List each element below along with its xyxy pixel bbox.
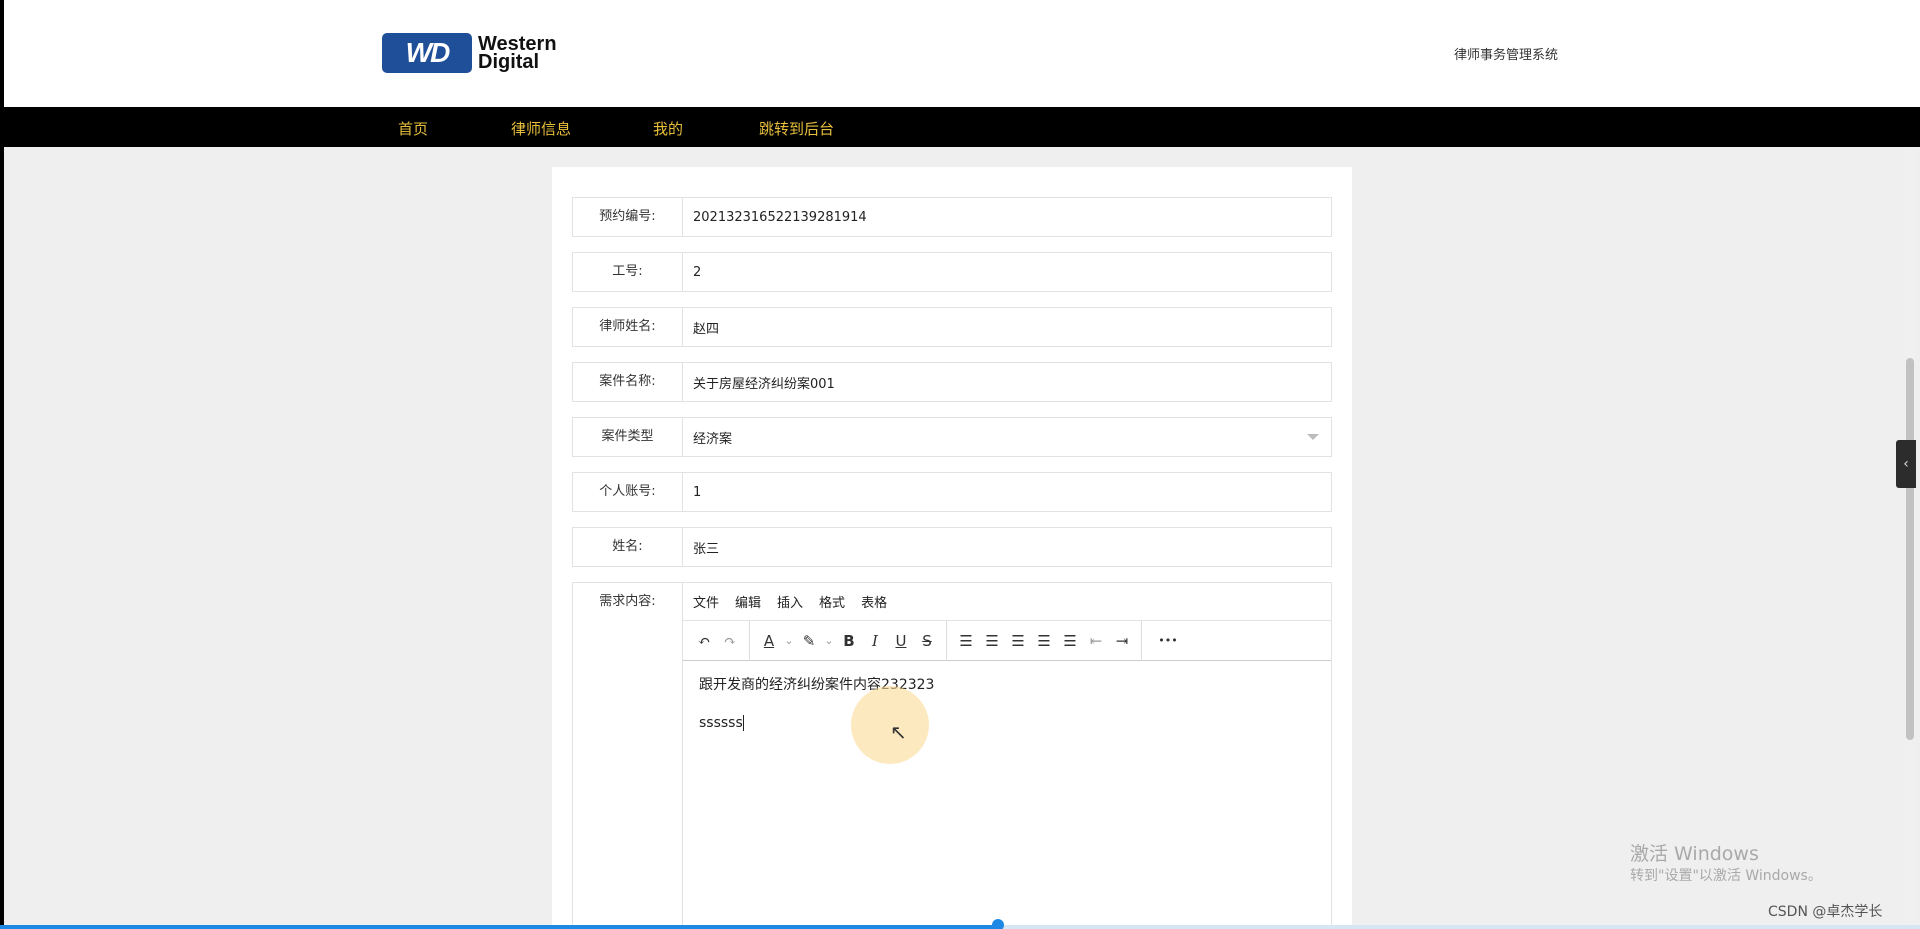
lawyer-name-cell: [683, 308, 1331, 346]
logo-text: Western Digital: [478, 34, 557, 73]
case-name-label: 案件名称:: [573, 363, 683, 401]
staff-id-row: 工号:: [572, 252, 1332, 292]
justify-icon[interactable]: ☰: [1057, 627, 1083, 655]
chevron-left-icon[interactable]: ‹: [1896, 440, 1916, 488]
requirement-label: 需求内容:: [573, 583, 683, 929]
booking-no-row: 预约编号:: [572, 197, 1332, 237]
bold-icon[interactable]: B: [836, 627, 862, 655]
case-type-select[interactable]: [683, 418, 1331, 456]
highlight-dropdown-icon[interactable]: ⌄: [822, 627, 836, 655]
undo-icon[interactable]: ↶: [691, 627, 717, 655]
page-scrollbar-thumb[interactable]: [1906, 358, 1914, 740]
video-progress-handle[interactable]: [992, 919, 1005, 929]
staff-id-label: 工号:: [573, 253, 683, 291]
menu-format[interactable]: 格式: [819, 592, 845, 611]
requirement-row: 需求内容: 文件 编辑 插入 格式 表格 ↶ ↷ A ⌄ ✎ ⌄ B I U S: [572, 582, 1332, 929]
site-header: WD Western Digital 律师事务管理系统: [4, 0, 1920, 107]
nav-item-mine[interactable]: 我的: [653, 118, 683, 139]
booking-no-input[interactable]: [683, 198, 1331, 236]
account-cell: [683, 473, 1331, 511]
case-name-cell: [683, 363, 1331, 401]
booking-no-cell: [683, 198, 1331, 236]
line-height-icon[interactable]: ☰: [953, 627, 979, 655]
case-type-label: 案件类型: [573, 418, 683, 456]
mouse-pointer-icon: ↖: [890, 720, 907, 744]
western-digital-logo[interactable]: WD Western Digital: [382, 32, 576, 74]
underline-icon[interactable]: U: [888, 627, 914, 655]
lawyer-name-label: 律师姓名:: [573, 308, 683, 346]
staff-id-input[interactable]: [683, 253, 1331, 291]
redo-icon[interactable]: ↷: [717, 627, 743, 655]
editor-menubar: 文件 编辑 插入 格式 表格: [683, 583, 1331, 621]
highlight-color-icon[interactable]: ✎: [796, 627, 822, 655]
toolbar-divider: [749, 620, 750, 661]
staff-id-cell: [683, 253, 1331, 291]
account-label: 个人账号:: [573, 473, 683, 511]
windows-activation-title: 激活 Windows: [1630, 843, 1759, 865]
nav-item-home[interactable]: 首页: [398, 118, 428, 139]
indent-icon[interactable]: ⇥: [1109, 627, 1135, 655]
wd-logo-mark: WD: [382, 33, 472, 73]
account-input[interactable]: [683, 473, 1331, 511]
content-line-1: 跟开发商的经济纠纷案件内容232323: [699, 677, 935, 693]
name-input[interactable]: [683, 528, 1331, 566]
main-nav: 首页 律师信息 我的 跳转到后台: [4, 107, 1920, 147]
case-name-input[interactable]: [683, 363, 1331, 401]
more-icon[interactable]: •••: [1148, 627, 1188, 655]
menu-table[interactable]: 表格: [861, 592, 887, 611]
nav-item-lawyer-info[interactable]: 律师信息: [511, 118, 571, 139]
name-cell: [683, 528, 1331, 566]
name-row: 姓名:: [572, 527, 1332, 567]
strikethrough-icon[interactable]: S: [914, 627, 940, 655]
name-label: 姓名:: [573, 528, 683, 566]
video-progress-fill: [0, 925, 999, 929]
booking-no-label: 预约编号:: [573, 198, 683, 236]
align-center-icon[interactable]: ☰: [1005, 627, 1031, 655]
menu-file[interactable]: 文件: [693, 592, 719, 611]
booking-form-card: 预约编号: 工号: 律师姓名: 案件名称: 案件类型 个人账号:: [552, 167, 1352, 929]
font-color-icon[interactable]: A: [756, 627, 782, 655]
lawyer-name-input[interactable]: [683, 308, 1331, 346]
case-type-input[interactable]: [683, 418, 1331, 456]
logo-text-line2: Digital: [478, 51, 540, 73]
menu-edit[interactable]: 编辑: [735, 592, 761, 611]
case-type-row: 案件类型: [572, 417, 1332, 457]
editor-content[interactable]: 跟开发商的经济纠纷案件内容232323 ssssss: [683, 661, 1331, 765]
site-title: 律师事务管理系统: [1454, 48, 1559, 63]
toolbar-divider: [1141, 620, 1142, 661]
csdn-watermark: CSDN @卓杰学长: [1768, 904, 1883, 920]
lawyer-name-row: 律师姓名:: [572, 307, 1332, 347]
content-line-2: ssssss: [699, 713, 1315, 733]
account-row: 个人账号:: [572, 472, 1332, 512]
chevron-down-icon[interactable]: [1307, 434, 1319, 440]
text-cursor: [742, 715, 744, 731]
italic-icon[interactable]: I: [862, 627, 888, 655]
case-name-row: 案件名称:: [572, 362, 1332, 402]
font-color-dropdown-icon[interactable]: ⌄: [782, 627, 796, 655]
menu-insert[interactable]: 插入: [777, 592, 803, 611]
outdent-icon[interactable]: ⇤: [1083, 627, 1109, 655]
nav-item-admin[interactable]: 跳转到后台: [759, 118, 834, 139]
align-right-icon[interactable]: ☰: [1031, 627, 1057, 655]
rich-text-editor: 文件 编辑 插入 格式 表格 ↶ ↷ A ⌄ ✎ ⌄ B I U S ☰ ☰ ☰…: [683, 583, 1331, 929]
content-line-2-text: ssssss: [699, 715, 743, 731]
windows-activation-subtitle: 转到"设置"以激活 Windows。: [1630, 868, 1822, 884]
align-left-icon[interactable]: ☰: [979, 627, 1005, 655]
toolbar-divider: [946, 620, 947, 661]
editor-toolbar: ↶ ↷ A ⌄ ✎ ⌄ B I U S ☰ ☰ ☰ ☰ ☰ ⇤ ⇥ •••: [683, 620, 1331, 661]
